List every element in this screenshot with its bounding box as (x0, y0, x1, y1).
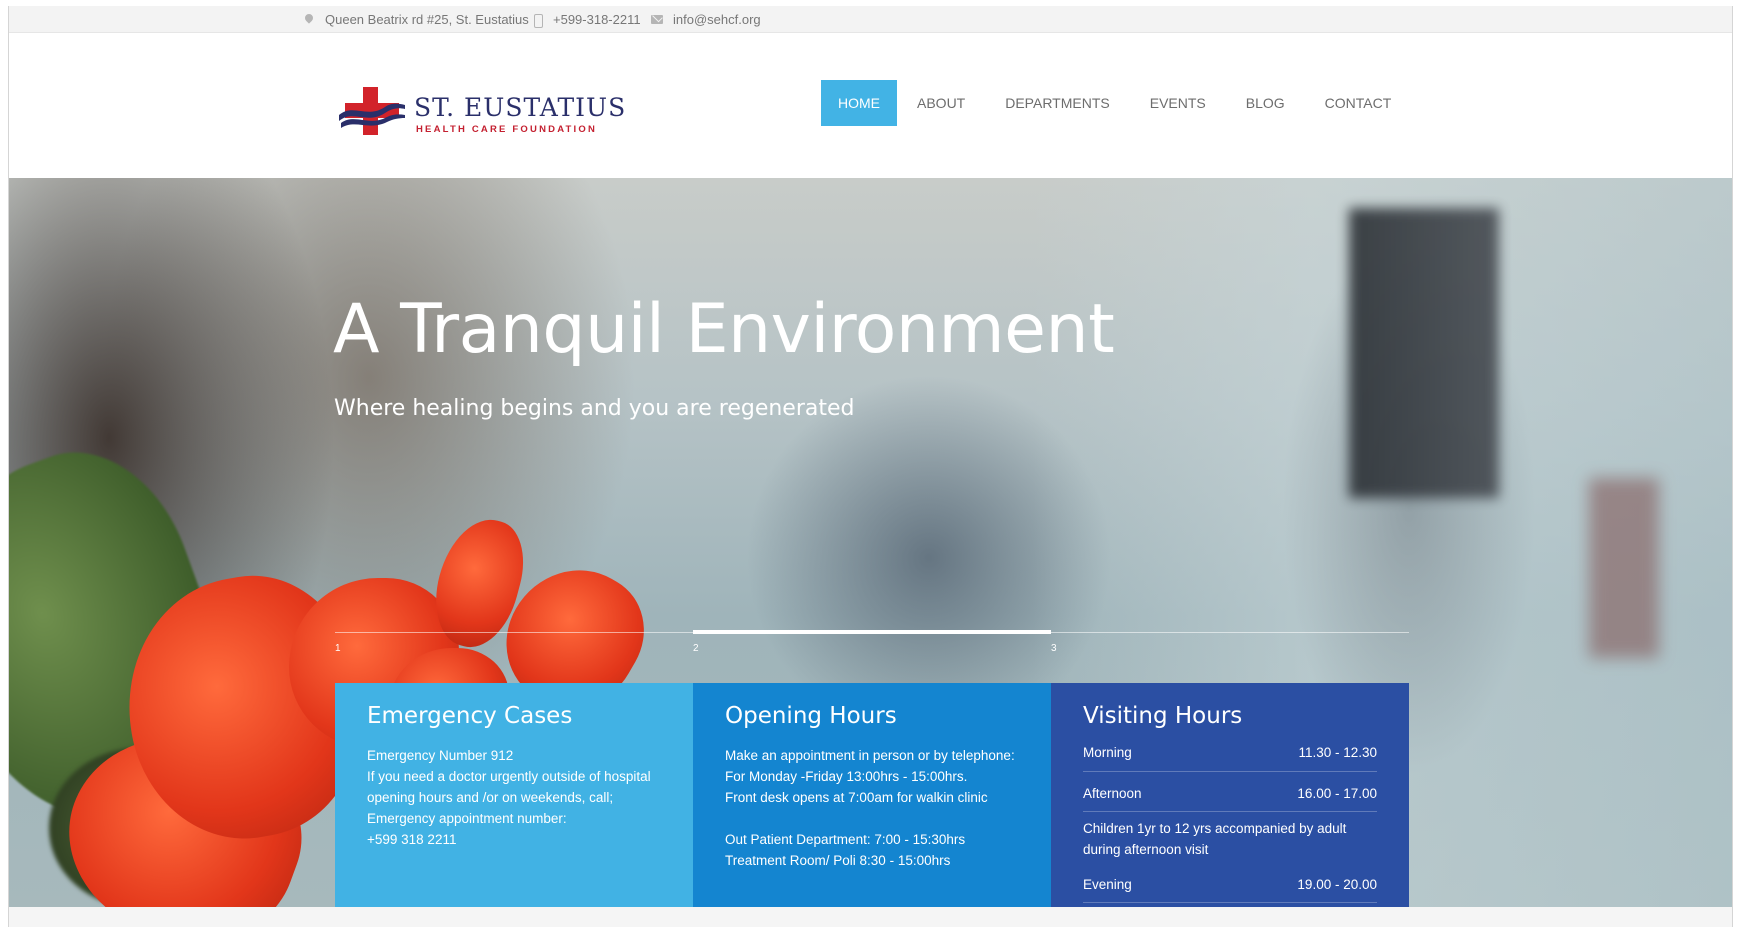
visiting-row-evening: Evening 19.00 - 20.00 (1083, 877, 1377, 892)
visiting-label: Morning (1083, 745, 1132, 760)
page-bottom-strip (9, 907, 1732, 927)
email-link[interactable]: info@sehcf.org (673, 12, 761, 27)
logo-cross-icon (339, 87, 405, 135)
visiting-row-afternoon: Afternoon 16.00 - 17.00 (1083, 786, 1377, 801)
visiting-title: Visiting Hours (1083, 703, 1243, 729)
divider (1083, 771, 1377, 772)
slide-number-1[interactable]: 1 (335, 643, 341, 654)
site-header: ST. EUSTATIUS HEALTH CARE FOUNDATION HOM… (9, 33, 1732, 178)
visiting-time: 19.00 - 20.00 (1297, 877, 1377, 892)
nav-departments[interactable]: DEPARTMENTS (985, 80, 1130, 126)
opening-line: Out Patient Department: 7:00 - 15:30hrs (725, 832, 966, 847)
phone-text: +599-318-2211 (553, 12, 641, 27)
nav-blog[interactable]: BLOG (1226, 80, 1305, 126)
divider (1083, 811, 1377, 812)
visiting-label: Afternoon (1083, 786, 1142, 801)
divider (1083, 902, 1377, 903)
nav-contact[interactable]: CONTACT (1305, 80, 1412, 126)
slide-number-3[interactable]: 3 (1051, 643, 1057, 654)
email-info[interactable]: info@sehcf.org (651, 12, 761, 27)
opening-line: Treatment Room/ Poli 8:30 - 15:00hrs (725, 853, 951, 868)
phone-info: +599-318-2211 (531, 12, 641, 28)
mail-icon (651, 14, 663, 26)
emergency-title: Emergency Cases (367, 703, 573, 729)
site-logo[interactable]: ST. EUSTATIUS HEALTH CARE FOUNDATION (339, 85, 625, 140)
visiting-time: 16.00 - 17.00 (1297, 786, 1377, 801)
visiting-label: Evening (1083, 877, 1132, 892)
page-frame: Queen Beatrix rd #25, St. Eustatius +599… (8, 6, 1733, 927)
hero-background-tv (1349, 208, 1499, 498)
map-pin-icon (303, 14, 315, 26)
visiting-row-morning: Morning 11.30 - 12.30 (1083, 745, 1377, 760)
hero-slider: A Tranquil Environment Where healing beg… (9, 178, 1732, 907)
logo-title: ST. EUSTATIUS (414, 93, 627, 122)
address-text: Queen Beatrix rd #25, St. Eustatius (325, 12, 529, 27)
slide-number-2[interactable]: 2 (693, 643, 699, 654)
top-info-bar: Queen Beatrix rd #25, St. Eustatius +599… (9, 6, 1732, 33)
emergency-line: Emergency Number 912 (367, 748, 514, 763)
nav-about[interactable]: ABOUT (897, 80, 985, 126)
opening-line: Front desk opens at 7:00am for walkin cl… (725, 790, 988, 805)
opening-hours-box: Opening Hours Make an appointment in per… (693, 683, 1051, 907)
nav-home[interactable]: HOME (821, 80, 897, 126)
visiting-time: 11.30 - 12.30 (1298, 745, 1377, 760)
phone-icon (531, 13, 543, 28)
emergency-line: Emergency appointment number: (367, 811, 567, 826)
nav-events[interactable]: EVENTS (1130, 80, 1226, 126)
address-info: Queen Beatrix rd #25, St. Eustatius (303, 12, 529, 27)
emergency-phone: +599 318 2211 (367, 832, 457, 847)
hero-title: A Tranquil Environment (333, 290, 1115, 369)
opening-line: Make an appointment in person or by tele… (725, 748, 1015, 784)
visiting-note: Children 1yr to 12 yrs accompanied by ad… (1083, 821, 1347, 857)
logo-subtitle: HEALTH CARE FOUNDATION (416, 124, 598, 135)
visiting-hours-box: Visiting Hours Morning 11.30 - 12.30 Aft… (1051, 683, 1409, 907)
slider-active-indicator[interactable] (693, 630, 1051, 634)
hero-subtitle: Where healing begins and you are regener… (334, 396, 855, 421)
emergency-cases-box: Emergency Cases Emergency Number 912 If … (335, 683, 693, 907)
emergency-line: If you need a doctor urgently outside of… (367, 769, 651, 805)
main-nav: HOME ABOUT DEPARTMENTS EVENTS BLOG CONTA… (821, 80, 1411, 126)
opening-line (725, 808, 1019, 829)
opening-title: Opening Hours (725, 703, 897, 729)
hero-background-cabinet (1589, 478, 1659, 658)
